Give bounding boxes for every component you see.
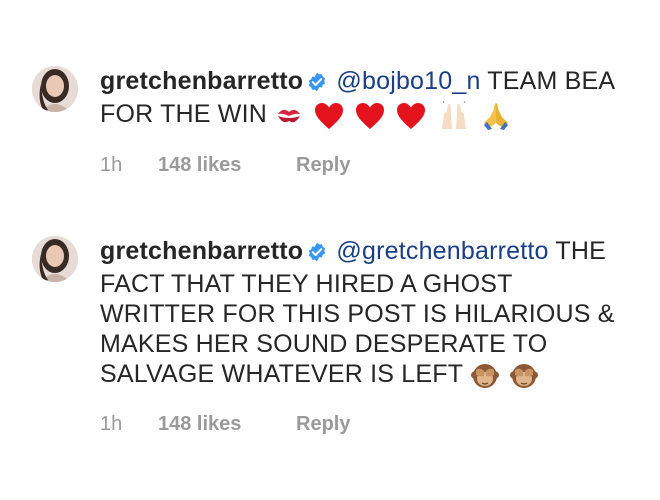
timestamp: 1h: [100, 153, 123, 176]
timestamp: 1h: [100, 412, 123, 435]
kiss-mark-icon: [275, 104, 303, 134]
mention-link[interactable]: @bojbo10_n: [336, 67, 480, 95]
see-no-evil-monkey-icon: [471, 362, 500, 397]
username[interactable]: gretchenbarretto: [100, 67, 303, 95]
avatar[interactable]: [32, 236, 78, 282]
comment-text: gretchenbarretto @gretchenbarretto THE F…: [100, 236, 630, 397]
comment-body: gretchenbarretto @bojbo10_n TEAM BEA FOR…: [100, 66, 630, 178]
emoji-row: [275, 99, 515, 138]
avatar[interactable]: [32, 66, 78, 112]
verified-badge-icon: [307, 239, 327, 269]
emoji-row: [471, 362, 542, 397]
comment-text: gretchenbarretto @bojbo10_n TEAM BEA FOR…: [100, 66, 630, 138]
reply-button[interactable]: Reply: [296, 152, 350, 178]
comment-meta: 1h 148 likes Reply: [100, 152, 630, 178]
reply-button[interactable]: Reply: [296, 411, 350, 437]
red-heart-icon: [396, 102, 426, 137]
comment-body: gretchenbarretto @gretchenbarretto THE F…: [100, 236, 630, 437]
comment-meta: 1h 148 likes Reply: [100, 411, 630, 437]
likes-count[interactable]: 148 likes: [158, 152, 296, 178]
red-heart-icon: [314, 102, 344, 137]
username[interactable]: gretchenbarretto: [100, 237, 303, 265]
mention-link[interactable]: @gretchenbarretto: [336, 237, 548, 265]
red-heart-icon: [355, 102, 385, 137]
folded-hands-icon: [481, 101, 511, 138]
verified-badge-icon: [307, 69, 327, 99]
see-no-evil-monkey-icon: [510, 362, 539, 397]
likes-count[interactable]: 148 likes: [158, 411, 296, 437]
raising-hands-icon: [438, 99, 470, 138]
